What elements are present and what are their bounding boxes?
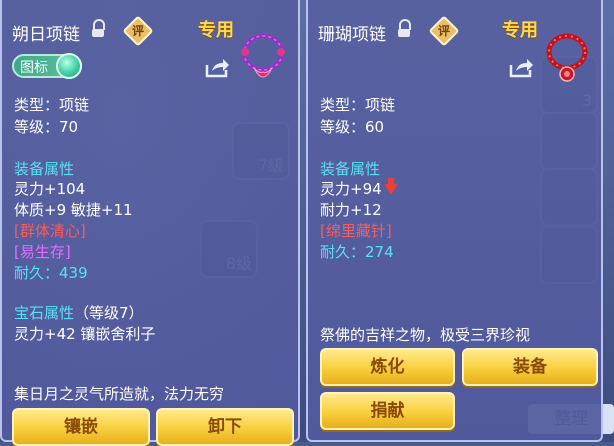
item-description: 集日月之灵气所造就，法力无穷 — [14, 385, 225, 403]
inlay-button[interactable]: 镶嵌 — [12, 408, 150, 446]
necklace-icon — [241, 34, 285, 78]
item-type: 类型：项链 — [320, 96, 396, 114]
item-name: 朔日项链 — [12, 25, 80, 45]
attr-line: 耐力+12 — [320, 201, 382, 219]
equipped-item-tooltip: 朔日项链 评 专用 图标 类型：项链 等级：70 装备属性 灵力+104 体质+… — [0, 0, 300, 446]
icon-toggle[interactable]: 图标 — [12, 53, 82, 79]
durability: 耐久：274 — [320, 243, 394, 261]
special-tag: 专用 — [198, 20, 234, 41]
item-type: 类型：项链 — [14, 96, 90, 114]
attr-line: 体质+9 敏捷+11 — [14, 201, 133, 219]
refine-button[interactable]: 炼化 — [320, 348, 455, 386]
special-effect: [易生存] — [14, 243, 71, 261]
gem-line: 灵力+42 镶嵌舍利子 — [14, 325, 156, 343]
lock-icon[interactable] — [398, 19, 412, 37]
compare-item-tooltip: 珊瑚项链 评 专用 类型：项链 等级：60 装备属性 灵力+94 耐力+12 [… — [306, 0, 603, 442]
item-level: 等级：60 — [320, 118, 385, 136]
special-skill: [群体清心] — [14, 222, 86, 240]
durability: 耐久：439 — [14, 264, 88, 282]
toggle-knob — [56, 53, 82, 79]
special-skill: [绵里藏针] — [320, 222, 392, 240]
equip-attr-header: 装备属性 — [320, 160, 381, 178]
equip-attr-header: 装备属性 — [14, 160, 75, 178]
item-level: 等级：70 — [14, 118, 79, 136]
equip-button[interactable]: 装备 — [462, 348, 598, 386]
item-description: 祭佛的吉祥之物，极受三界珍视 — [320, 326, 531, 344]
lock-icon[interactable] — [92, 19, 106, 37]
share-icon[interactable] — [508, 56, 534, 78]
evaluate-icon[interactable]: 评 — [122, 15, 154, 47]
unequip-button[interactable]: 卸下 — [156, 408, 294, 446]
coral-necklace-icon — [546, 33, 588, 82]
attr-line: 灵力+104 — [14, 180, 86, 198]
share-icon[interactable] — [204, 56, 230, 78]
special-tag: 专用 — [502, 20, 538, 41]
donate-button[interactable]: 捐献 — [320, 392, 455, 430]
gem-header: 宝石属性（等级7） — [14, 304, 144, 322]
item-name: 珊瑚项链 — [318, 25, 386, 45]
stat-decrease-arrow-icon — [383, 178, 398, 195]
attr-line: 灵力+94 — [320, 178, 398, 199]
evaluate-icon[interactable]: 评 — [428, 15, 460, 47]
